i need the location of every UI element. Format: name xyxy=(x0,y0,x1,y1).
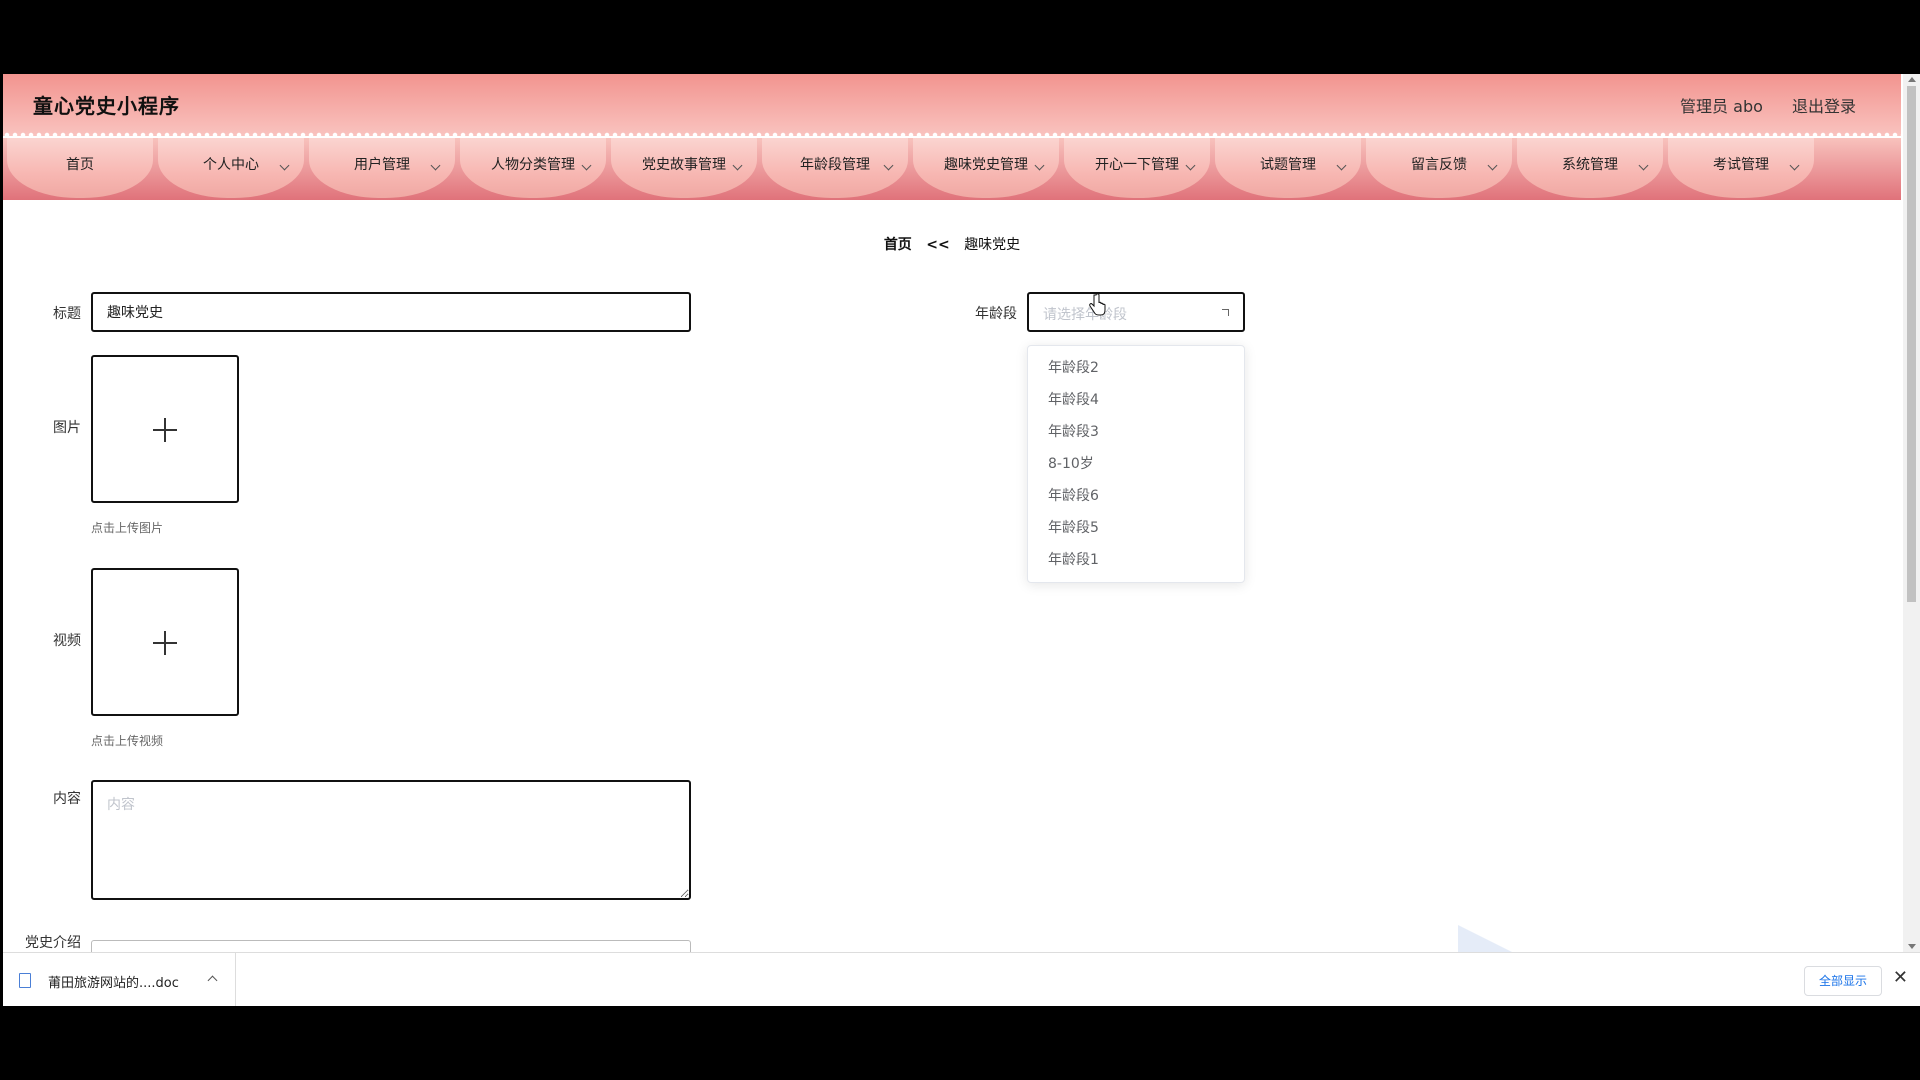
scroll-up-icon[interactable] xyxy=(1908,77,1916,82)
nav-item-happy-moment[interactable]: 开心一下管理 xyxy=(1064,138,1210,198)
top-header: 童心党史小程序 管理员 abo 退出登录 xyxy=(3,74,1901,138)
age-option[interactable]: 年龄段1 xyxy=(1028,544,1244,576)
nav-item-label: 开心一下管理 xyxy=(1095,157,1179,173)
caret-icon xyxy=(1222,309,1229,316)
age-option[interactable]: 年龄段2 xyxy=(1028,352,1244,384)
nav-item-label: 趣味党史管理 xyxy=(944,157,1028,173)
nav-item-label: 系统管理 xyxy=(1562,157,1618,173)
nav-item-feedback[interactable]: 留言反馈 xyxy=(1366,138,1512,198)
nav-item-label: 用户管理 xyxy=(354,157,410,173)
nav-item-home[interactable]: 首页 xyxy=(7,138,153,198)
nav-item-age-group[interactable]: 年龄段管理 xyxy=(762,138,908,198)
main-nav: 首页 个人中心 用户管理 人物分类管理 党史故事管理 年龄段管理 趣味党史管理 … xyxy=(3,138,1901,200)
hand-cursor-icon xyxy=(1089,294,1106,316)
image-label: 图片 xyxy=(53,420,81,436)
age-option[interactable]: 年龄段4 xyxy=(1028,384,1244,416)
content-textarea[interactable] xyxy=(91,780,691,900)
header-user-area: 管理员 abo 退出登录 xyxy=(1656,93,1856,117)
age-option[interactable]: 年龄段5 xyxy=(1028,512,1244,544)
nav-item-system[interactable]: 系统管理 xyxy=(1517,138,1663,198)
nav-item-label: 首页 xyxy=(66,157,94,173)
download-bar: 莆田旅游网站的....doc 全部显示 ✕ xyxy=(3,952,1920,1006)
image-upload-tip: 点击上传图片 xyxy=(91,521,164,535)
chevron-down-icon xyxy=(1034,160,1045,171)
age-option[interactable]: 8-10岁 xyxy=(1028,448,1244,480)
logout-link[interactable]: 退出登录 xyxy=(1792,97,1856,116)
chevron-down-icon xyxy=(430,160,441,171)
title-input[interactable] xyxy=(91,292,691,332)
chevron-down-icon xyxy=(1487,160,1498,171)
chevron-down-icon xyxy=(732,160,743,171)
scroll-thumb[interactable] xyxy=(1907,86,1916,602)
chevron-down-icon xyxy=(1789,160,1800,171)
show-all-button[interactable]: 全部显示 xyxy=(1803,966,1882,996)
age-group-dropdown: 年龄段2 年龄段4 年龄段3 8-10岁 年龄段6 年龄段5 年龄段1 xyxy=(1027,345,1245,583)
chevron-up-icon[interactable] xyxy=(207,975,218,986)
nav-item-label: 个人中心 xyxy=(203,157,259,173)
chevron-down-icon xyxy=(1185,160,1196,171)
nav-item-label: 党史故事管理 xyxy=(642,157,726,173)
breadcrumb: 首页 << 趣味党史 xyxy=(3,234,1901,254)
vertical-scrollbar[interactable] xyxy=(1903,74,1920,952)
plus-icon-vertical xyxy=(164,631,166,655)
nav-item-questions[interactable]: 试题管理 xyxy=(1215,138,1361,198)
title-label: 标题 xyxy=(53,306,81,322)
nav-item-party-story[interactable]: 党史故事管理 xyxy=(611,138,757,198)
download-file-name: 莆田旅游网站的....doc xyxy=(48,976,179,991)
breadcrumb-current: 趣味党史 xyxy=(964,237,1021,253)
video-upload-button[interactable] xyxy=(91,568,239,716)
chevron-down-icon xyxy=(1336,160,1347,171)
nav-item-label: 考试管理 xyxy=(1713,157,1769,173)
nav-item-label: 留言反馈 xyxy=(1411,157,1467,173)
video-label: 视频 xyxy=(53,633,81,649)
content-label: 内容 xyxy=(53,791,81,807)
nav-item-label: 试题管理 xyxy=(1260,157,1316,173)
nav-item-personal-center[interactable]: 个人中心 xyxy=(158,138,304,198)
age-option[interactable]: 年龄段6 xyxy=(1028,480,1244,512)
close-icon[interactable]: ✕ xyxy=(1893,967,1908,988)
nav-item-label: 年龄段管理 xyxy=(800,157,870,173)
chevron-down-icon xyxy=(1638,160,1649,171)
chevron-down-icon xyxy=(581,160,592,171)
nav-item-user-management[interactable]: 用户管理 xyxy=(309,138,455,198)
nav-item-fun-history[interactable]: 趣味党史管理 xyxy=(913,138,1059,198)
plus-icon-vertical xyxy=(164,418,166,442)
scroll-down-icon[interactable] xyxy=(1908,944,1916,949)
age-group-select[interactable]: 请选择年龄段 xyxy=(1027,292,1245,332)
age-group-label: 年龄段 xyxy=(975,306,1017,322)
app-title: 童心党史小程序 xyxy=(33,94,180,118)
breadcrumb-home[interactable]: 首页 xyxy=(884,237,912,253)
video-upload-tip: 点击上传视频 xyxy=(91,734,164,748)
download-item[interactable]: 莆田旅游网站的....doc xyxy=(3,953,236,1006)
document-icon xyxy=(19,973,31,988)
chevron-down-icon xyxy=(279,160,290,171)
age-option[interactable]: 年龄段3 xyxy=(1028,416,1244,448)
age-group-placeholder: 请选择年龄段 xyxy=(1043,307,1127,323)
image-upload-button[interactable] xyxy=(91,355,239,503)
nav-item-label: 人物分类管理 xyxy=(491,157,575,173)
nav-item-exam[interactable]: 考试管理 xyxy=(1668,138,1814,198)
breadcrumb-separator: << xyxy=(926,237,950,253)
app-window: 童心党史小程序 管理员 abo 退出登录 首页 个人中心 用户管理 人物分类管理… xyxy=(3,74,1920,1006)
chevron-down-icon xyxy=(883,160,894,171)
nav-item-person-category[interactable]: 人物分类管理 xyxy=(460,138,606,198)
admin-user-label[interactable]: 管理员 abo xyxy=(1680,97,1763,116)
history-intro-label: 党史介绍 xyxy=(25,935,81,951)
